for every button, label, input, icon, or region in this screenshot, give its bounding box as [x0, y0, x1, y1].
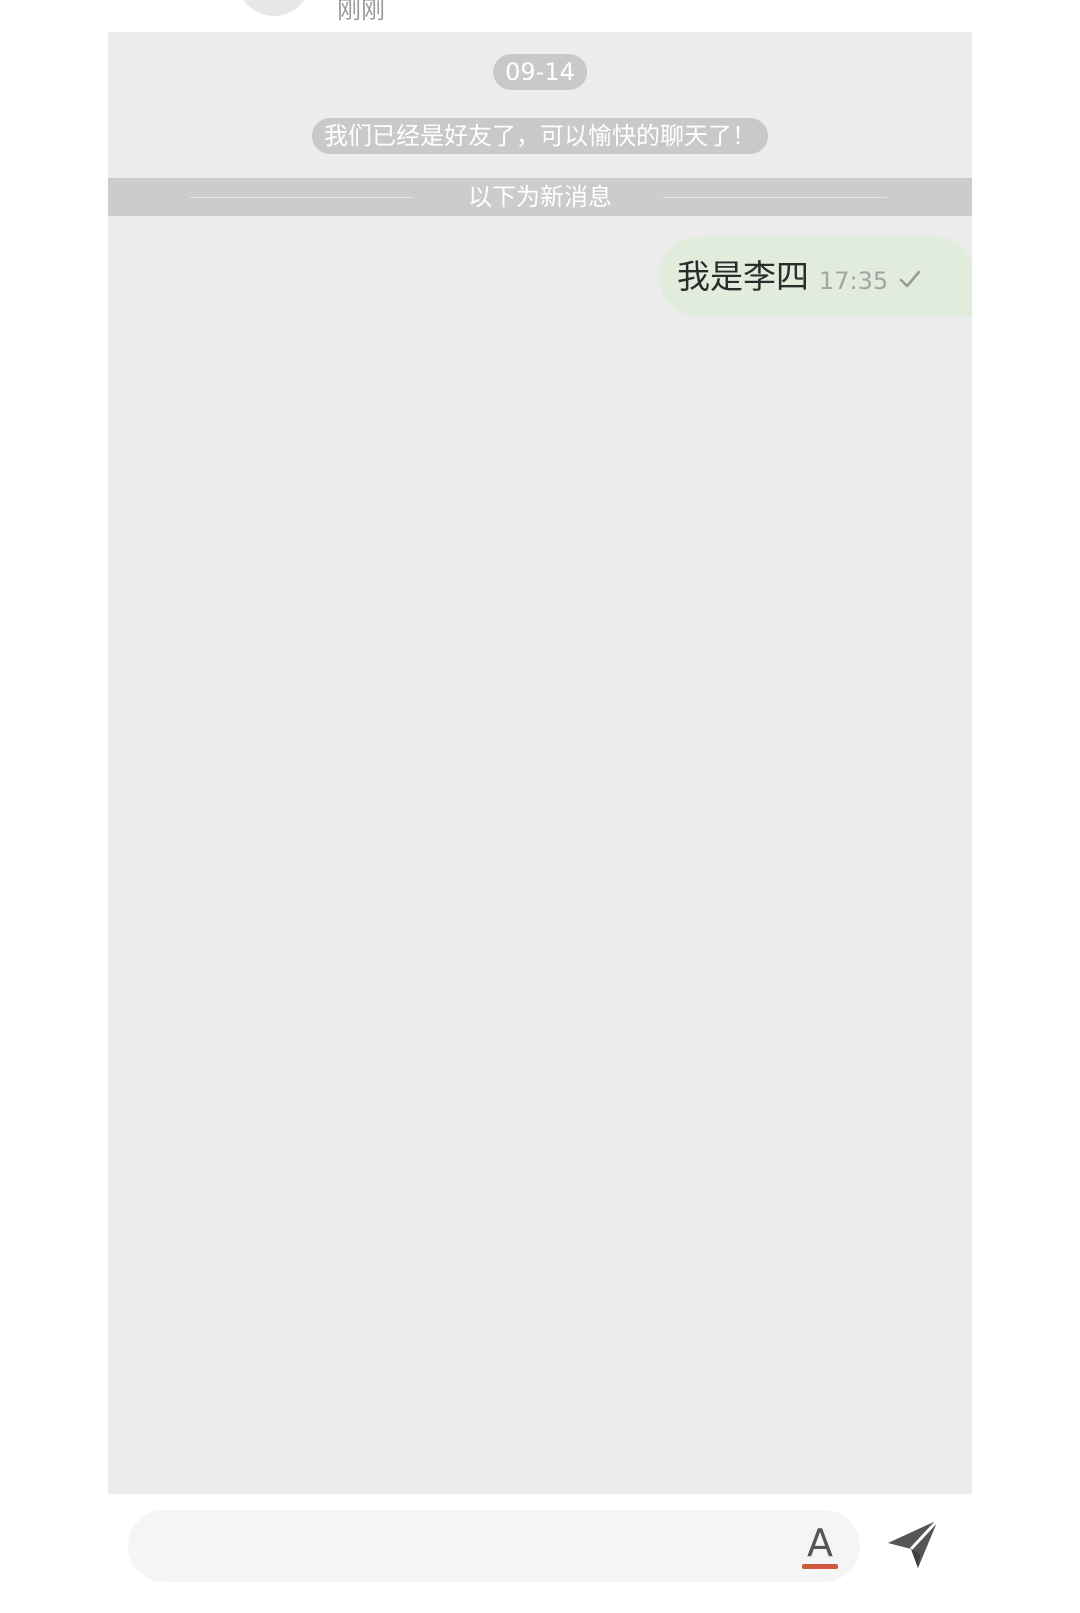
system-message: 我们已经是好友了，可以愉快的聊天了！ [312, 118, 768, 154]
text-format-button[interactable]: A [800, 1520, 840, 1572]
text-format-icon: A [807, 1521, 833, 1565]
date-separator: 09-14 [493, 54, 587, 90]
presence-status: 刚刚 [337, 0, 385, 24]
send-icon [888, 1518, 940, 1568]
check-icon [899, 270, 921, 288]
divider-line-right [663, 197, 887, 198]
composer: A [0, 1494, 1080, 1613]
chat-header: 刚刚 [0, 0, 1080, 32]
format-underline [802, 1564, 838, 1569]
send-button[interactable] [884, 1514, 942, 1572]
message-text: 我是李四 [677, 257, 809, 296]
new-messages-divider: 以下为新消息 [108, 178, 972, 216]
message-timestamp: 17:35 [819, 267, 889, 295]
avatar[interactable] [237, 0, 311, 16]
message-list[interactable]: 09-14 我们已经是好友了，可以愉快的聊天了！ 以下为新消息 我是李四 17:… [108, 32, 972, 1494]
outgoing-message-bubble[interactable]: 我是李四 17:35 [659, 237, 972, 317]
message-input[interactable] [128, 1510, 860, 1582]
